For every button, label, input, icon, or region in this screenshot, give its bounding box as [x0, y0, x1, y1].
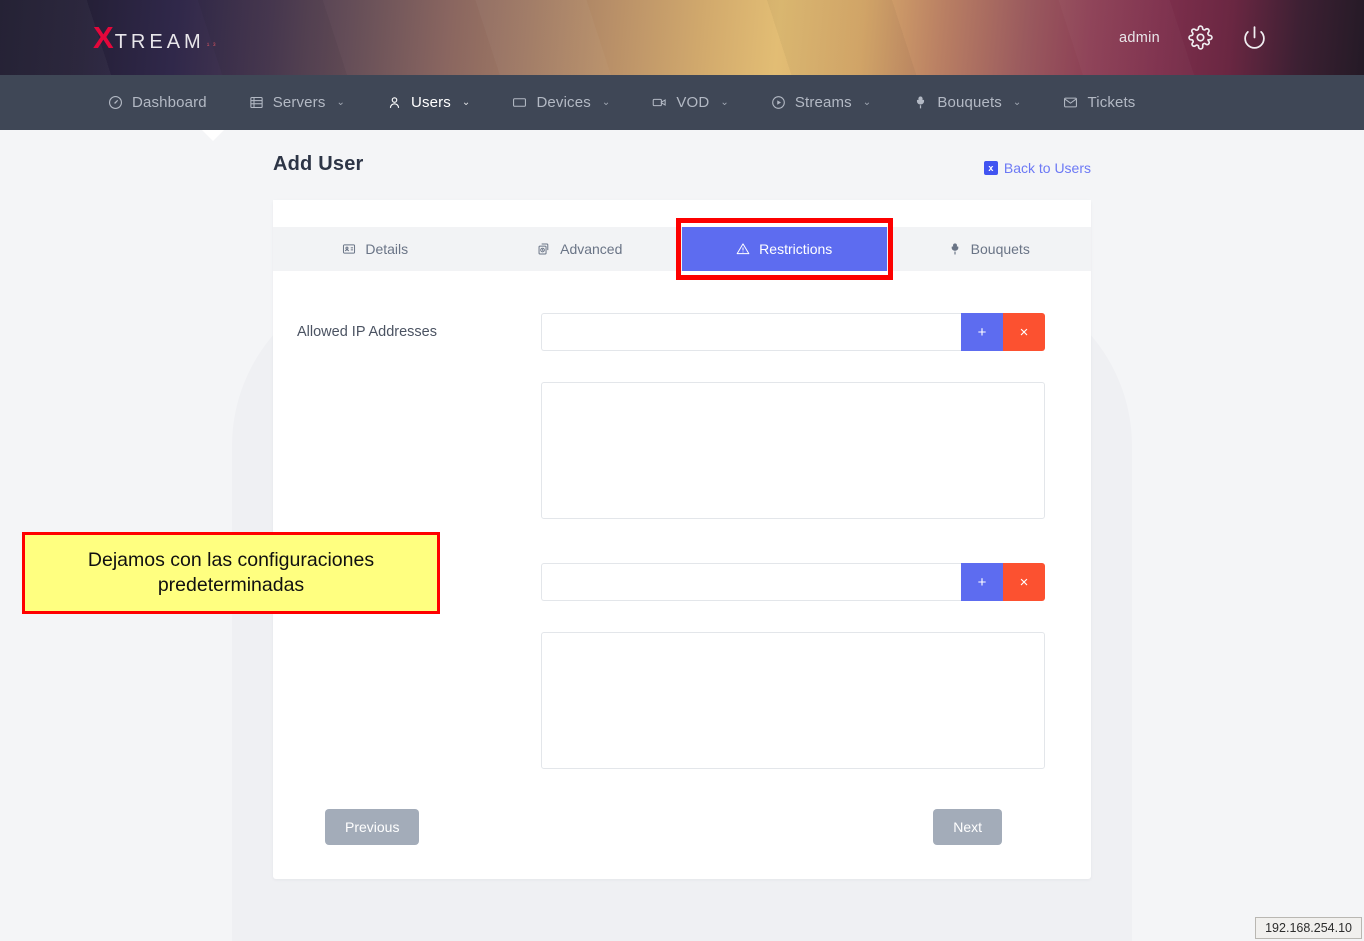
mail-icon — [1063, 95, 1078, 110]
annotation-note: Dejamos con las configuraciones predeter… — [22, 532, 440, 614]
add-allowed-ip-button[interactable]: + — [961, 313, 1003, 351]
bouquet-icon — [913, 95, 928, 110]
page-title: Add User — [273, 153, 364, 175]
warning-triangle-icon — [736, 242, 750, 256]
nav-label-servers: Servers — [272, 94, 326, 111]
field-row-allowed-ips: Allowed IP Addresses + × — [295, 313, 1045, 519]
video-icon — [652, 95, 667, 110]
dashboard-icon — [108, 95, 123, 110]
allowed-user-agents-input-group: + × — [541, 563, 1045, 601]
nav-item-dashboard[interactable]: Dashboard — [87, 75, 228, 130]
next-button[interactable]: Next — [933, 809, 1002, 845]
nav-item-tickets[interactable]: Tickets — [1042, 75, 1156, 130]
chevron-down-icon: ⌄ — [601, 97, 611, 108]
id-card-icon — [342, 242, 356, 256]
nav-item-servers[interactable]: Servers ⌄ — [228, 75, 366, 130]
wizard-footer-buttons: Previous Next — [295, 769, 1045, 845]
xtream-logo[interactable]: X TREAM ¹³ — [93, 22, 219, 53]
card-top-spacer — [273, 200, 1091, 227]
nav-label-vod: VOD — [676, 94, 710, 111]
nav-item-devices[interactable]: Devices ⌄ — [491, 75, 631, 130]
wizard-tabs: Details Advanced Restrictions Bouquets — [273, 218, 1092, 280]
label-allowed-ip-addresses: Allowed IP Addresses — [297, 324, 437, 340]
user-icon — [387, 95, 402, 110]
tab-label-bouquets: Bouquets — [970, 241, 1030, 257]
clock-copy-icon — [537, 242, 551, 256]
chevron-down-icon: ⌄ — [1012, 97, 1022, 108]
allowed-ip-input[interactable] — [541, 313, 961, 351]
device-icon — [512, 95, 527, 110]
back-to-users-link[interactable]: x Back to Users — [983, 160, 1091, 176]
tab-details[interactable]: Details — [273, 227, 478, 271]
content-area: Add User x Back to Users Details Advance… — [0, 130, 1364, 941]
active-nav-pointer — [202, 130, 224, 141]
bouquet-icon — [948, 242, 962, 256]
ip-tooltip: 192.168.254.10 — [1255, 917, 1362, 939]
nav-item-bouquets[interactable]: Bouquets ⌄ — [892, 75, 1042, 130]
tab-label-restrictions: Restrictions — [759, 241, 833, 257]
back-badge-icon: x — [983, 161, 998, 175]
remove-allowed-ip-button[interactable]: × — [1003, 313, 1045, 351]
gear-icon[interactable] — [1186, 24, 1214, 52]
nav-label-users: Users — [411, 94, 451, 111]
main-navigation: Dashboard Servers ⌄ Users ⌄ Devices ⌄ VO… — [0, 75, 1364, 141]
nav-label-bouquets: Bouquets — [937, 94, 1002, 111]
tab-bouquets[interactable]: Bouquets — [887, 227, 1092, 271]
chevron-down-icon: ⌄ — [336, 97, 345, 108]
power-icon[interactable] — [1240, 24, 1268, 52]
chevron-down-icon: ⌄ — [461, 97, 471, 108]
allowed-ips-controls: + × — [541, 313, 1045, 519]
chevron-down-icon: ⌄ — [720, 97, 729, 108]
username-label: admin — [1119, 29, 1160, 46]
allowed-user-agents-controls: + × — [541, 563, 1045, 769]
tab-label-advanced: Advanced — [560, 241, 623, 257]
previous-button[interactable]: Previous — [325, 809, 420, 845]
page-header: Add User x Back to Users — [273, 130, 1091, 176]
banner-actions: admin — [1119, 0, 1268, 75]
nav-label-dashboard: Dashboard — [132, 94, 207, 111]
nav-item-streams[interactable]: Streams ⌄ — [750, 75, 892, 130]
nav-label-streams: Streams — [794, 94, 852, 111]
app-root: X TREAM ¹³ admin Dashboard Servers ⌄ Use… — [0, 0, 1364, 941]
play-circle-icon — [771, 95, 786, 110]
servers-icon — [249, 95, 264, 110]
allowed-user-agents-list[interactable] — [541, 632, 1045, 769]
allowed-user-agent-input[interactable] — [541, 563, 961, 601]
nav-label-tickets: Tickets — [1087, 94, 1136, 111]
allowed-ips-input-group: + × — [541, 313, 1045, 351]
tab-restrictions[interactable]: Restrictions — [676, 218, 892, 280]
back-link-label: Back to Users — [1003, 160, 1091, 176]
add-allowed-user-agent-button[interactable]: + — [961, 563, 1003, 601]
annotation-text: Dejamos con las configuraciones predeter… — [87, 549, 375, 596]
tab-label-details: Details — [365, 241, 409, 257]
logo-wordmark: TREAM — [114, 31, 205, 53]
logo-superscript: ¹³ — [206, 41, 220, 50]
logo-x-letter: X — [93, 20, 115, 55]
chevron-down-icon: ⌄ — [862, 97, 872, 108]
nav-item-users[interactable]: Users ⌄ — [366, 75, 491, 130]
tab-advanced[interactable]: Advanced — [478, 227, 683, 271]
top-banner: X TREAM ¹³ admin — [0, 0, 1364, 75]
remove-allowed-user-agent-button[interactable]: × — [1003, 563, 1045, 601]
nav-item-vod[interactable]: VOD ⌄ — [631, 75, 750, 130]
nav-label-devices: Devices — [536, 94, 591, 111]
allowed-ips-list[interactable] — [541, 382, 1045, 519]
